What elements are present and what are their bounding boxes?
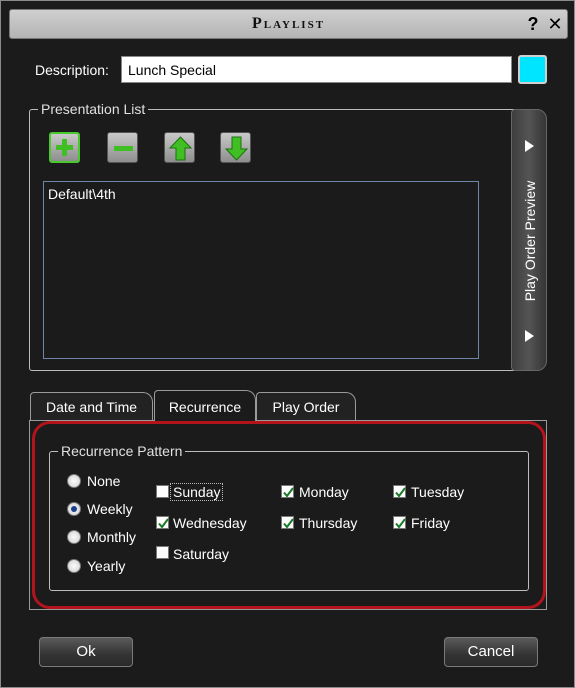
checkbox-saturday[interactable]	[156, 546, 169, 559]
checkmark-icon	[283, 487, 294, 498]
tab-play-order[interactable]: Play Order	[256, 392, 356, 421]
checkbox-tuesday[interactable]	[393, 485, 406, 498]
checkbox-sunday-label-wrap: Sunday	[170, 483, 224, 501]
radio-none[interactable]	[67, 474, 81, 488]
checkbox-monday[interactable]	[281, 485, 294, 498]
checkbox-tuesday-label: Tuesday	[411, 484, 465, 500]
move-down-button[interactable]	[220, 132, 251, 163]
radio-yearly-label: Yearly	[87, 558, 126, 574]
checkmark-icon	[158, 518, 169, 529]
description-input[interactable]	[121, 56, 512, 83]
radio-weekly[interactable]	[67, 502, 81, 516]
presentation-list-label: Presentation List	[38, 101, 149, 117]
checkbox-thursday-label: Thursday	[299, 515, 358, 531]
checkmark-icon	[283, 518, 294, 529]
add-icon	[56, 139, 73, 156]
dialog-title: Playlist	[251, 15, 326, 32]
radio-weekly-label: Weekly	[87, 501, 133, 517]
play-order-preview-label: Play Order Preview	[522, 180, 538, 302]
recurrence-pattern-label: Recurrence Pattern	[58, 443, 186, 459]
radio-none-label: None	[87, 473, 121, 489]
radio-yearly[interactable]	[67, 559, 81, 573]
move-down-icon	[224, 136, 249, 161]
checkbox-friday-label: Friday	[411, 515, 450, 531]
checkbox-wednesday-label: Wednesday	[173, 515, 247, 531]
move-up-button[interactable]	[164, 132, 195, 163]
checkmark-icon	[395, 487, 406, 498]
checkbox-monday-label: Monday	[299, 484, 349, 500]
description-label: Description:	[35, 62, 109, 78]
checkmark-icon	[395, 518, 406, 529]
expand-arrow-icon	[525, 140, 534, 152]
move-up-icon	[168, 136, 193, 161]
tab-date-and-time[interactable]: Date and Time	[30, 392, 153, 421]
ok-button[interactable]: Ok	[39, 637, 133, 667]
checkbox-thursday[interactable]	[281, 516, 294, 529]
expand-arrow-icon	[525, 330, 534, 342]
title-bar[interactable]: Playlist ? ✕	[9, 9, 568, 39]
cancel-button[interactable]: Cancel	[444, 637, 538, 667]
checkbox-saturday-label: Saturday	[173, 546, 230, 562]
tab-recurrence[interactable]: Recurrence	[154, 390, 256, 421]
play-order-preview-tab[interactable]: Play Order Preview	[511, 109, 547, 371]
help-icon[interactable]: ?	[522, 13, 544, 35]
checkbox-wednesday[interactable]	[156, 516, 169, 529]
radio-monthly-label: Monthly	[87, 529, 137, 545]
checkbox-sunday[interactable]	[156, 485, 169, 498]
playlist-dialog: Playlist ? ✕ Description: Presentation L…	[0, 0, 575, 688]
color-picker-swatch[interactable]	[518, 55, 547, 84]
presentation-listbox[interactable]: Default\4th	[43, 181, 479, 359]
checkbox-sunday-label: Sunday	[170, 483, 224, 501]
checkbox-friday[interactable]	[393, 516, 406, 529]
radio-monthly[interactable]	[67, 530, 81, 544]
list-item[interactable]: Default\4th	[48, 186, 116, 202]
remove-icon	[114, 146, 133, 151]
remove-presentation-button[interactable]	[107, 132, 138, 163]
add-presentation-button[interactable]	[49, 132, 80, 163]
close-icon[interactable]: ✕	[544, 13, 566, 35]
